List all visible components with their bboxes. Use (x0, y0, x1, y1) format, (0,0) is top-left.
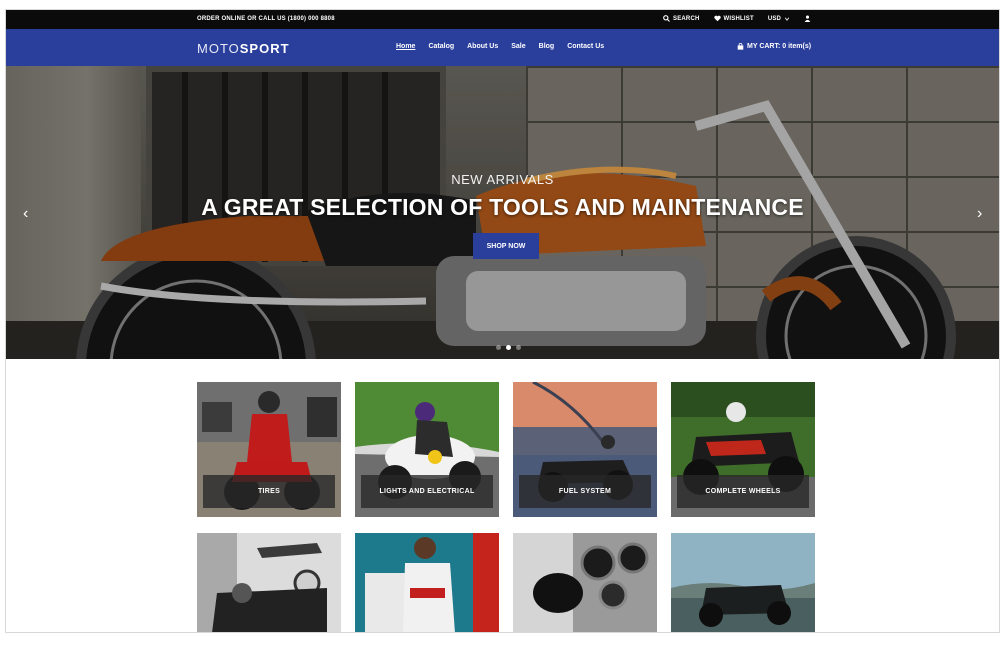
nav-sale[interactable]: Sale (511, 43, 525, 50)
category-tile[interactable] (197, 533, 341, 632)
top-bar: ORDER ONLINE OR CALL US (1800) 000 8808 … (6, 10, 999, 29)
nav-about-us[interactable]: About Us (467, 43, 498, 50)
order-phone-text: ORDER ONLINE OR CALL US (1800) 000 8808 (197, 16, 335, 22)
top-bar-links: SEARCH WISHLIST USD (663, 15, 811, 22)
category-label: LIGHTS AND ELECTRICAL (361, 475, 493, 508)
logo-light-text: MOTO (197, 41, 240, 56)
category-image (197, 533, 341, 632)
cart-link[interactable]: MY CART: 0 item(s) (737, 43, 811, 50)
category-tile-lights-and-electrical[interactable]: LIGHTS AND ELECTRICAL (355, 382, 499, 517)
category-image (355, 533, 499, 632)
hero-slider: NEW ARRIVALS A GREAT SELECTION OF TOOLS … (6, 66, 999, 359)
search-link[interactable]: SEARCH (663, 15, 700, 22)
slider-dot[interactable] (496, 345, 501, 350)
category-tile-complete-wheels[interactable]: COMPLETE WHEELS (671, 382, 815, 517)
nav-home[interactable]: Home (396, 43, 415, 50)
wishlist-link[interactable]: WISHLIST (713, 15, 754, 22)
main-menu: Home Catalog About Us Sale Blog Contact … (396, 43, 604, 50)
category-label: FUEL SYSTEM (519, 475, 651, 508)
category-image (513, 533, 657, 632)
category-tile-tires[interactable]: TIRES (197, 382, 341, 517)
search-icon (663, 15, 670, 22)
slider-dots (496, 345, 521, 350)
search-label: SEARCH (673, 15, 700, 22)
hero-title: A GREAT SELECTION OF TOOLS AND MAINTENAN… (201, 194, 804, 220)
category-tile[interactable] (671, 533, 815, 632)
nav-catalog[interactable]: Catalog (428, 43, 454, 50)
hero-subtitle: NEW ARRIVALS (451, 172, 554, 187)
category-tile[interactable] (355, 533, 499, 632)
shopping-bag-icon (737, 43, 744, 50)
currency-value: USD (767, 15, 782, 22)
main-navbar: MOTOSPORT Home Catalog About Us Sale Blo… (6, 29, 999, 66)
chevron-down-icon (784, 17, 790, 21)
page-frame: ORDER ONLINE OR CALL US (1800) 000 8808 … (5, 9, 1000, 633)
shop-now-button[interactable]: SHOP NOW (473, 233, 539, 259)
category-tile[interactable] (513, 533, 657, 632)
logo-bold-text: SPORT (239, 41, 290, 56)
category-label: TIRES (203, 475, 335, 508)
slider-prev-arrow[interactable]: ‹ (23, 205, 28, 223)
slider-dot[interactable] (516, 345, 521, 350)
nav-contact-us[interactable]: Contact Us (567, 43, 604, 50)
cart-label: MY CART: 0 item(s) (747, 43, 812, 50)
site-logo[interactable]: MOTOSPORT (197, 41, 290, 56)
slider-dot-active[interactable] (506, 345, 511, 350)
category-tile-fuel-system[interactable]: FUEL SYSTEM (513, 382, 657, 517)
slider-next-arrow[interactable]: › (977, 205, 982, 223)
account-link[interactable] (804, 15, 811, 22)
heart-icon (713, 15, 721, 22)
category-image (671, 533, 815, 632)
user-icon (804, 15, 811, 22)
wishlist-label: WISHLIST (723, 15, 754, 22)
category-label: COMPLETE WHEELS (677, 475, 809, 508)
nav-blog[interactable]: Blog (539, 43, 555, 50)
currency-selector[interactable]: USD (768, 16, 790, 22)
